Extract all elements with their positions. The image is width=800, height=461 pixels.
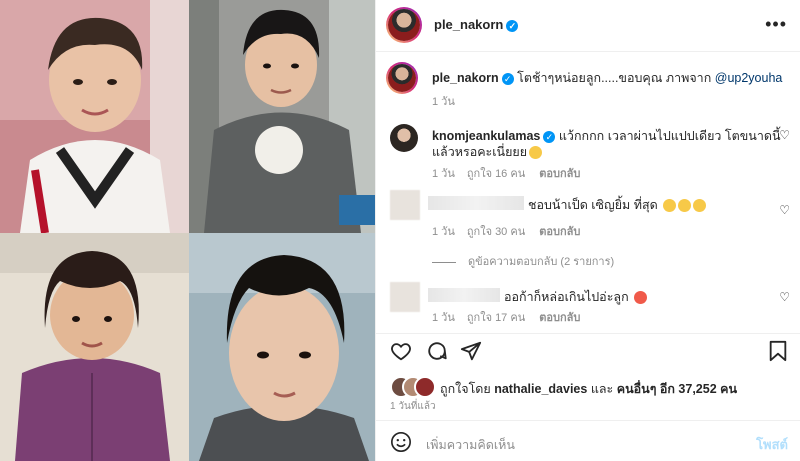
photo-boy-closeup: [189, 233, 375, 461]
blurred-avatar[interactable]: [390, 190, 420, 220]
blurred-username: [428, 196, 524, 210]
post-detail-panel: ple_nakorn ✓ ••• ple_nakorn ✓ โตช้าๆหน่อยล…: [375, 0, 800, 461]
reply-button[interactable]: ตอบกลับ: [539, 312, 580, 324]
divider: [376, 420, 800, 421]
comment-like-heart-icon[interactable]: ♡: [779, 203, 790, 217]
verified-badge-icon: ✓: [501, 72, 514, 85]
comment-text: ออก้าก็หล่อเกินไปอ่ะลูก: [504, 290, 629, 304]
liker-avatar: [414, 376, 436, 398]
liker-username[interactable]: nathalie_davies: [494, 382, 587, 396]
header-username-text[interactable]: ple_nakorn: [434, 17, 503, 32]
more-horizontal-icon[interactable]: •••: [765, 14, 787, 35]
author-avatar[interactable]: [386, 7, 422, 43]
commenter-avatar[interactable]: [390, 124, 418, 152]
photo-child-taekwondo: [0, 0, 189, 233]
comment-1-meta: 1 วัน ถูกใจ 16 คน ตอบกลับ: [432, 164, 580, 182]
photo-boy-gray-shirt: [189, 0, 375, 233]
blurred-avatar[interactable]: [390, 282, 420, 312]
smiley-icon[interactable]: [390, 431, 412, 458]
comment-username[interactable]: knomjeankulamas: [432, 129, 540, 143]
caption-text: โตช้าๆหน่อยลูก.....ขอบคุณ ภาพจาก: [517, 71, 712, 85]
heart-icon[interactable]: [390, 340, 412, 367]
comment-likes[interactable]: ถูกใจ 17 คน: [467, 312, 525, 324]
likes-and: และ: [590, 382, 614, 396]
comment-time: 1 วัน: [432, 168, 455, 180]
author-username-header[interactable]: ple_nakorn ✓: [434, 17, 519, 32]
photo-child-purple-shirt: [0, 233, 189, 461]
view-replies-link[interactable]: ดูข้อความตอบกลับ (2 รายการ): [432, 252, 614, 270]
comment-like-heart-icon[interactable]: ♡: [779, 290, 790, 304]
likes-others[interactable]: คนอื่นๆ อีก 37,252 คน: [617, 382, 737, 396]
caption: ple_nakorn ✓ โตช้าๆหน่อยลูก.....ขอบคุณ ภา…: [432, 68, 782, 88]
verified-badge-icon: ✓: [506, 19, 519, 32]
caption-username[interactable]: ple_nakorn: [432, 71, 499, 85]
comment-text: แว้กกกก เวลาผ่านไปแปปเดียว โตขนาดนี้: [558, 129, 781, 143]
likes-summary[interactable]: ถูกใจโดย nathalie_davies และ คนอื่นๆ อีก…: [440, 379, 737, 399]
comment-time: 1 วัน: [432, 226, 455, 238]
laughing-emoji-icon: [693, 199, 707, 213]
likes-prefix: ถูกใจโดย: [440, 382, 491, 396]
comment-3: ออก้าก็หล่อเกินไปอ่ะลูก: [504, 287, 648, 307]
reply-button[interactable]: ตอบกลับ: [539, 226, 580, 238]
add-comment-input[interactable]: เพิ่มความคิดเห็น: [426, 435, 515, 455]
comment-text-cont: แล้วหรอคะเนี่ยยย: [432, 145, 528, 159]
comment-text: ชอบน้าเป็ด เซิญยิ้ม ที่สุด: [528, 198, 658, 212]
verified-badge-icon: ✓: [543, 130, 556, 143]
comment-2-meta: 1 วัน ถูกใจ 30 คน ตอบกลับ: [432, 222, 580, 240]
send-icon[interactable]: [460, 340, 482, 367]
post-comment-button[interactable]: โพสต์: [756, 434, 788, 455]
caption-avatar[interactable]: [386, 62, 418, 94]
laughing-emoji-icon: [678, 199, 692, 213]
post-image-collage[interactable]: [0, 0, 375, 461]
laughing-emoji-icon: [663, 199, 677, 213]
comment-likes[interactable]: ถูกใจ 16 คน: [467, 168, 525, 180]
post-header: ple_nakorn ✓ •••: [376, 0, 800, 52]
comment-likes[interactable]: ถูกใจ 30 คน: [467, 226, 525, 238]
blurred-username: [428, 288, 500, 302]
bookmark-icon[interactable]: [768, 340, 788, 367]
comment-1-line2: แล้วหรอคะเนี่ยยย: [432, 142, 543, 162]
astonished-emoji-icon: [529, 146, 543, 160]
caption-time: 1 วัน: [432, 96, 455, 108]
post-timestamp: 1 วันที่แล้ว: [390, 401, 436, 412]
heart-eyes-emoji-icon: [634, 291, 648, 305]
divider: [376, 333, 800, 334]
comment-2: ชอบน้าเป็ด เซิญยิ้ม ที่สุด: [528, 195, 707, 215]
caption-mention-link[interactable]: @up2youha: [715, 71, 783, 85]
comment-3-meta: 1 วัน ถูกใจ 17 คน ตอบกลับ: [432, 308, 580, 326]
comment-like-heart-icon[interactable]: ♡: [779, 128, 790, 142]
reply-button[interactable]: ตอบกลับ: [539, 168, 580, 180]
comment-icon[interactable]: [426, 340, 448, 367]
comment-time: 1 วัน: [432, 312, 455, 324]
